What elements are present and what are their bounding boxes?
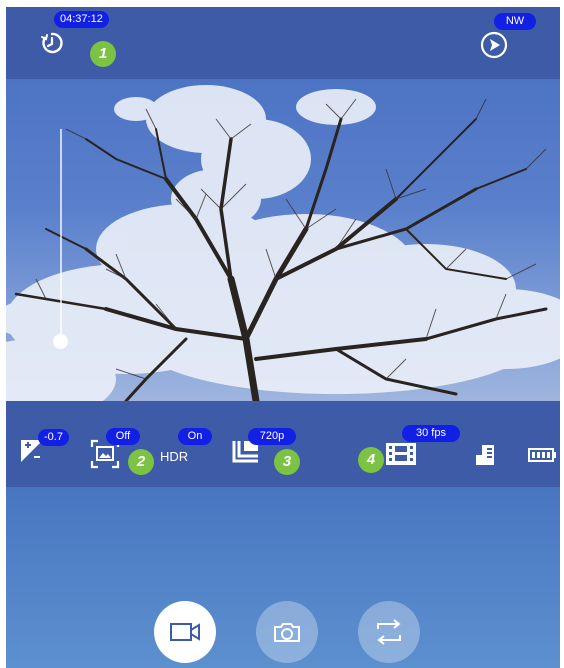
battery-icon bbox=[528, 448, 556, 462]
film-icon bbox=[386, 443, 416, 465]
camera-icon bbox=[274, 623, 300, 642]
compass-button[interactable] bbox=[478, 29, 510, 61]
exposure-badge: -0.7 bbox=[38, 429, 69, 446]
hdr-badge: On bbox=[178, 428, 212, 445]
exposure-slider-track[interactable] bbox=[60, 129, 62, 344]
photo-mode-button[interactable] bbox=[256, 601, 318, 663]
exposure-slider-thumb[interactable] bbox=[53, 334, 68, 349]
switch-camera-button[interactable] bbox=[358, 601, 420, 663]
marker-3: 3 bbox=[274, 449, 300, 475]
video-mode-button[interactable] bbox=[154, 601, 216, 663]
marker-1: 1 bbox=[90, 41, 116, 67]
sd-card-icon bbox=[476, 445, 494, 465]
timer-icon bbox=[41, 32, 63, 54]
top-bar: 04:37:12 1 NW bbox=[6, 7, 560, 79]
marker-2: 2 bbox=[128, 449, 154, 475]
tree-sky-image bbox=[6, 85, 560, 401]
camera-screen: 04:37:12 1 NW -0.7 Off 2 HDR On 720p 3 4… bbox=[6, 7, 560, 668]
video-camera-icon bbox=[170, 623, 200, 641]
timer-badge: 04:37:12 bbox=[54, 11, 109, 28]
control-bar: -0.7 Off 2 HDR On 720p 3 4 30 fps bbox=[6, 401, 560, 487]
scene-badge: Off bbox=[106, 428, 140, 445]
timer-button[interactable] bbox=[38, 29, 66, 57]
storage-button[interactable] bbox=[474, 441, 498, 467]
fps-badge: 30 fps bbox=[402, 425, 460, 442]
compass-badge: NW bbox=[494, 13, 536, 30]
marker-4: 4 bbox=[358, 447, 384, 473]
fps-button[interactable] bbox=[384, 441, 420, 467]
resolution-badge: 720p bbox=[248, 428, 296, 445]
hdr-button[interactable]: HDR bbox=[160, 449, 188, 464]
switch-camera-icon bbox=[377, 619, 401, 645]
viewfinder-preview[interactable] bbox=[6, 79, 560, 401]
compass-icon bbox=[480, 31, 508, 59]
battery-indicator bbox=[528, 448, 558, 462]
